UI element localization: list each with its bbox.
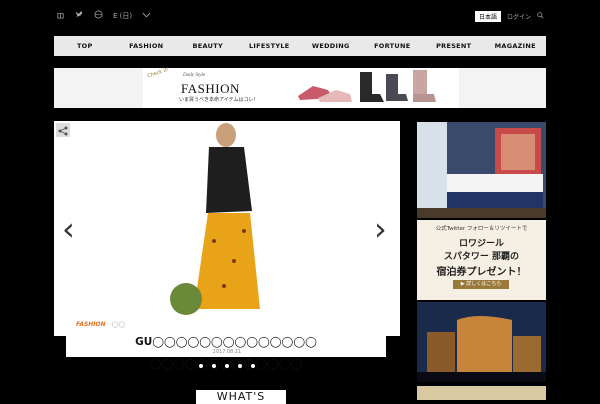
slider-next-arrow[interactable]: › <box>374 213 387 245</box>
search-icon[interactable] <box>537 12 544 21</box>
banner-subtitle: いま買うべき本命アイテムはコレ! <box>179 97 256 103</box>
globe-icon[interactable] <box>94 10 103 21</box>
login-link[interactable]: ログイン <box>507 12 531 21</box>
slider-dots <box>54 364 400 368</box>
ad-line-3: 宿泊券プレゼント！ <box>436 267 527 278</box>
hero-slider[interactable]: ‹ › <box>54 121 400 336</box>
ad-top-text: 公式Twitter フォロー＆リツイートで <box>435 226 528 232</box>
slide-category[interactable]: FASHION ◯◯ <box>76 321 125 328</box>
slider-dot[interactable] <box>251 364 255 368</box>
nav-item-top[interactable]: TOP <box>54 36 116 56</box>
banner-shoes-image <box>298 70 436 102</box>
category-tag: ◯◯ <box>111 321 126 328</box>
twitter-icon[interactable] <box>75 10 84 21</box>
hero-image <box>170 123 260 315</box>
slider-dot[interactable] <box>212 364 216 368</box>
nav-item-present[interactable]: PRESENT <box>423 36 485 56</box>
gift-icon[interactable] <box>56 10 65 21</box>
fashion-banner[interactable]: Check it! Daily Style FASHION いま買うべき本命アイ… <box>54 66 546 108</box>
main-nav: TOP FASHION BEAUTY LIFESTYLE WEDDING FOR… <box>54 36 546 56</box>
nav-item-fashion[interactable]: FASHION <box>116 36 178 56</box>
present-ad[interactable]: 公式Twitter フォロー＆リツイートで ロワジール スパタワー 那覇の 宿泊… <box>417 220 546 300</box>
slider-dot[interactable] <box>199 364 203 368</box>
ad-line-2: スパタワー 那覇の <box>443 252 520 262</box>
nav-item-wedding[interactable]: WEDDING <box>300 36 362 56</box>
share-icon[interactable] <box>56 123 70 137</box>
nav-item-lifestyle[interactable]: LIFESTYLE <box>239 36 301 56</box>
whats-heading: WHAT'S <box>196 390 286 404</box>
slider-dot[interactable] <box>238 364 242 368</box>
banner-daily: Daily Style <box>183 73 206 78</box>
hotel-exterior-image[interactable] <box>417 302 546 382</box>
slider-prev-arrow[interactable]: ‹ <box>62 213 75 245</box>
banner-content: Check it! Daily Style FASHION いま買うべき本命アイ… <box>143 66 459 108</box>
category-label[interactable]: FASHION <box>76 321 106 328</box>
hotel-room-image[interactable] <box>417 122 546 218</box>
nav-item-magazine[interactable]: MAGAZINE <box>485 36 547 56</box>
nav-item-beauty[interactable]: BEAUTY <box>177 36 239 56</box>
slide-date: 2017.08.11 <box>212 349 242 355</box>
language-label[interactable]: E (日) <box>113 11 132 21</box>
ad-line-1: ロワジール <box>458 239 504 249</box>
promo-thumbnail[interactable] <box>417 386 546 400</box>
social-icons: E (日) <box>56 10 151 21</box>
ad-details-button[interactable]: ▶ 詳しくはこちら <box>453 280 509 289</box>
language-selector[interactable]: 日本語 <box>474 11 501 22</box>
chevron-down-icon[interactable] <box>142 12 151 20</box>
slider-dot[interactable] <box>225 364 229 368</box>
top-right-tools: 日本語 ログイン <box>474 11 544 22</box>
nav-item-fortune[interactable]: FORTUNE <box>362 36 424 56</box>
banner-title: FASHION <box>181 81 240 96</box>
check-it-badge: Check it! <box>146 66 170 80</box>
